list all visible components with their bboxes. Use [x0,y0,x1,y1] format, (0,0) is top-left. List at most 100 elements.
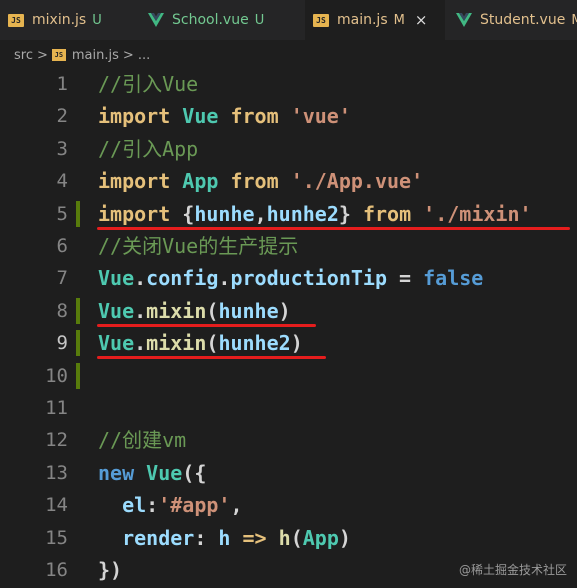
modified-gutter-marker [76,297,80,324]
code-token: 'vue' [290,104,351,129]
tab-label: Student.vue [480,12,566,28]
code-line[interactable]: 3 //引入App [0,133,577,165]
code-token: ( [290,525,303,550]
tab-student-vue[interactable]: Student.vue M [448,0,577,40]
code-text: }) [98,554,122,586]
line-number: 4 [56,170,68,193]
breadcrumb-more[interactable]: > ... [123,48,150,63]
code-token: App [302,525,339,550]
code-token: . [134,298,147,323]
javascript-file-icon: JS [51,49,66,61]
git-status-badge: M [393,12,405,28]
code-token: import [98,104,183,129]
modified-gutter-marker [76,200,80,227]
code-token: ) [290,331,303,356]
code-token: from [362,201,424,226]
code-token: . [134,266,147,291]
line-number: 1 [56,73,68,95]
code-line[interactable]: 4 import App from './App.vue' [0,165,577,197]
line-number: 9 [56,332,68,355]
tab-label: School.vue [172,12,249,28]
tab-mixin-js[interactable]: JS mixin.js U [0,0,133,40]
code-token: el [98,493,147,518]
code-text: import {hunhe,hunhe2} from './mixin' [98,198,532,230]
code-token: //关闭Vue的生产提示 [98,234,299,258]
code-line[interactable]: 6 //关闭Vue的生产提示 [0,230,577,262]
line-number: 7 [56,267,68,290]
close-icon[interactable]: × [415,11,428,29]
tab-label: main.js [337,12,388,28]
code-token: : [146,493,159,518]
code-token: hunhe [194,201,255,226]
tab-label: mixin.js [32,12,87,28]
code-line[interactable]: 2 import Vue from 'vue' [0,100,577,132]
tab-main-js[interactable]: JS main.js M × [305,0,445,40]
code-token: ({ [182,460,207,485]
code-line[interactable]: 10 [0,360,577,392]
line-number: 14 [45,494,68,517]
code-token: Vue [98,298,135,323]
breadcrumb-separator: > [36,47,48,63]
code-token: }) [98,558,123,582]
tab-school-vue[interactable]: School.vue U [140,0,300,40]
code-token: false [423,266,484,291]
code-token: ) [338,525,351,550]
code-token: from [230,169,291,194]
breadcrumb-file[interactable]: main.js [72,48,119,63]
code-token: Vue [182,104,231,129]
code-token: => [242,525,279,550]
git-status-badge: U [254,12,265,28]
code-token: . [218,266,231,291]
line-number: 2 [56,105,68,128]
code-text: render: h => h(App) [98,522,351,554]
code-line[interactable]: 5 import {hunhe,hunhe2} from './mixin' [0,198,577,230]
red-underline-annotation [97,226,570,230]
code-text: el:'#app', [98,489,242,521]
code-token: config [146,266,219,291]
code-text: import Vue from 'vue' [98,100,351,132]
code-token: productionTip [230,266,388,291]
git-status-badge: M [571,12,577,28]
code-token: './mixin' [423,201,532,226]
modified-gutter-marker [76,330,80,357]
code-token: mixin [146,331,207,356]
code-token: ) [278,298,291,323]
code-text: import App from './App.vue' [98,165,423,197]
code-token: Vue [98,331,135,356]
vue-file-icon [148,13,164,27]
code-token: h [278,525,291,550]
code-line[interactable]: 9 Vue.mixin(hunhe2) [0,327,577,359]
code-text: //引入App [98,133,198,165]
modified-gutter-marker [76,362,80,389]
code-token: , [254,201,267,226]
breadcrumb: src > JS main.js > ... [0,40,577,70]
code-line[interactable]: 1 //引入Vue [0,68,577,100]
code-line[interactable]: 14 el:'#app', [0,489,577,521]
code-line[interactable]: 12 //创建vm [0,424,577,456]
code-text: Vue.mixin(hunhe) [98,295,291,327]
line-number: 10 [45,364,68,387]
code-line[interactable]: 13 new Vue({ [0,457,577,489]
code-token: import [98,169,183,194]
vue-file-icon [456,13,472,27]
breadcrumb-folder[interactable]: src [14,48,33,63]
code-token: ( [206,331,219,356]
code-token: new [98,460,147,485]
code-line[interactable]: 15 render: h => h(App) [0,522,577,554]
code-token: render [98,525,195,550]
code-line[interactable]: 7 Vue.config.productionTip = false [0,262,577,294]
code-token: './App.vue' [290,169,424,194]
code-line[interactable]: 8 Vue.mixin(hunhe) [0,295,577,327]
code-token: '#app' [158,493,231,518]
line-number: 16 [45,559,68,581]
code-token: hunhe2 [218,331,291,356]
code-token: //引入Vue [98,72,199,96]
code-token: //创建vm [98,428,187,453]
code-line[interactable]: 11 [0,392,577,424]
javascript-file-icon: JS [313,13,329,27]
code-token: { [182,201,195,226]
code-token: import [98,201,183,226]
red-underline-annotation [97,323,316,327]
code-text: new Vue({ [98,457,206,489]
code-text: Vue.config.productionTip = false [98,262,483,294]
